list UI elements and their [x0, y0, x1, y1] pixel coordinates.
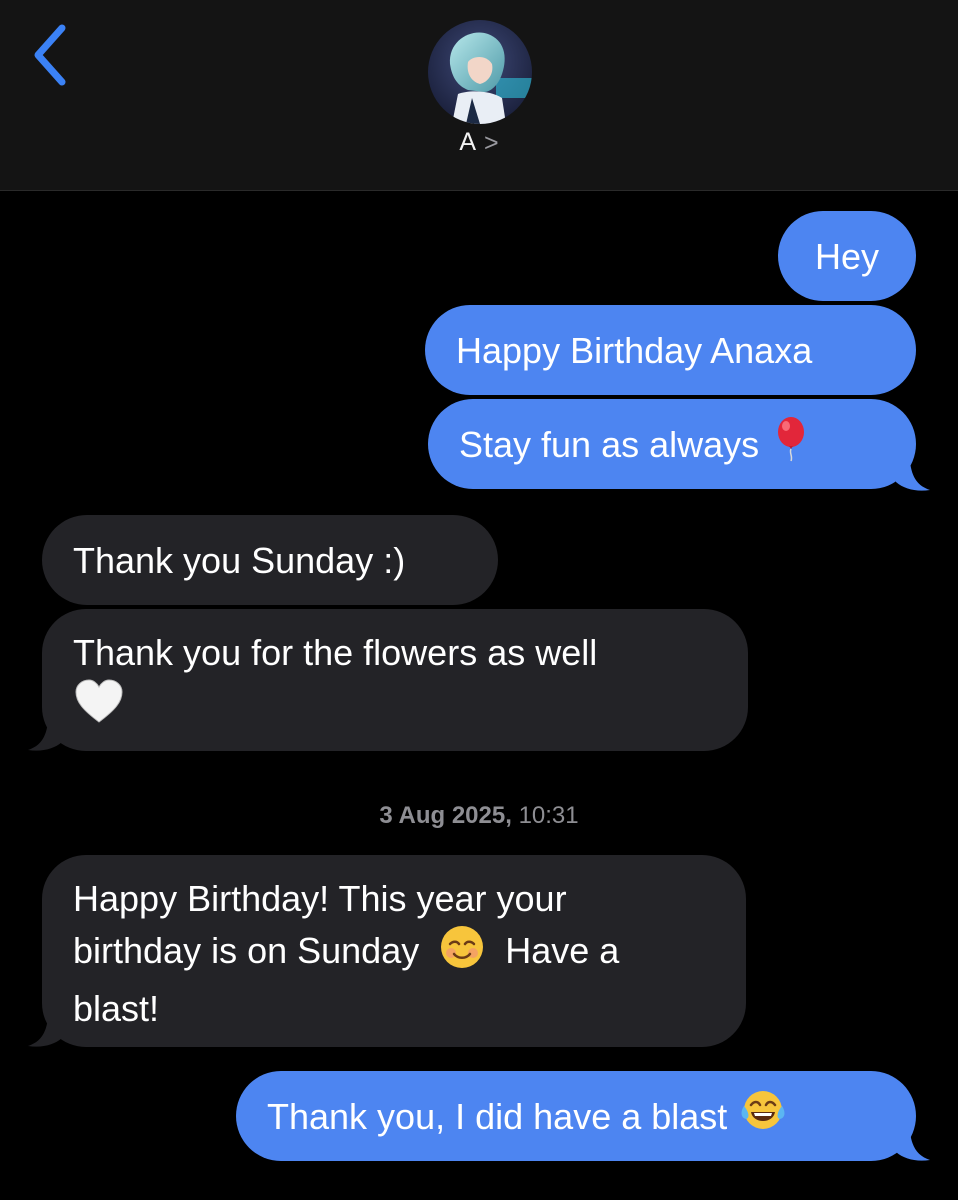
chevron-left-icon: [34, 24, 66, 86]
timestamp: 3 Aug 2025, 10:31: [0, 802, 958, 830]
message-text: Thank you, I did have a blast: [267, 1095, 728, 1137]
message-bubble-sent[interactable]: Stay fun as always: [428, 399, 916, 489]
avatar[interactable]: [428, 20, 532, 124]
message-bubble-sent[interactable]: Thank you, I did have a blast: [236, 1071, 916, 1161]
message-bubble-received[interactable]: Thank you for the flowers as well: [42, 609, 748, 751]
balloon-icon: [771, 415, 811, 474]
smiling-face-icon: [439, 924, 485, 983]
tears-of-joy-icon: [739, 1088, 787, 1145]
message-bubble-received[interactable]: Thank you Sunday :): [42, 515, 498, 605]
message-text: Thank you Sunday :): [73, 539, 406, 581]
message-text-line: Have a: [505, 930, 620, 972]
contact-name[interactable]: A >: [0, 128, 958, 158]
back-button[interactable]: [26, 22, 76, 88]
message-text-line: Happy Birthday! This year your: [73, 878, 567, 919]
conversation-header: A >: [0, 0, 958, 191]
avatar-image: [428, 20, 532, 124]
message-text-line: birthday is on Sunday: [73, 930, 420, 972]
timestamp-date: 3 Aug 2025,: [379, 802, 512, 829]
contact-name-label: A: [459, 128, 477, 156]
message-text: Happy Birthday Anaxa: [456, 329, 813, 371]
message-bubble-sent[interactable]: Hey: [778, 211, 916, 301]
message-text-line: blast!: [73, 988, 160, 1029]
message-text: Hey: [814, 235, 880, 277]
message-bubble-sent[interactable]: Happy Birthday Anaxa: [425, 305, 916, 395]
white-heart-icon: [73, 678, 125, 739]
message-bubble-received[interactable]: Happy Birthday! This year your birthday …: [42, 855, 746, 1047]
timestamp-time: 10:31: [518, 802, 579, 829]
message-text: Stay fun as always: [459, 423, 760, 465]
chevron-right-icon: >: [484, 129, 499, 157]
message-text: Thank you for the flowers as well: [73, 632, 598, 673]
